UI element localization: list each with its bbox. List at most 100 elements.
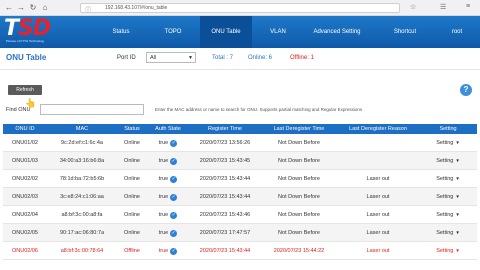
user-menu[interactable]: root (440, 16, 474, 48)
reload-icon[interactable]: ↻ (28, 3, 38, 13)
bookmark-icon[interactable]: ☆ (410, 3, 416, 11)
library-icon[interactable]: ☰ (440, 3, 446, 11)
port-id-label: Port ID (117, 55, 136, 61)
register-time-cell: 2020/07/23 15:43:44 (199, 176, 251, 182)
chevron-down-icon: ▼ (455, 158, 460, 163)
check-icon: ✓ (170, 247, 178, 255)
auth-cell: true ✓ (158, 139, 178, 147)
column-header[interactable]: Auth State (147, 124, 189, 134)
register-time-cell: 2020/07/23 17:47:57 (199, 230, 251, 236)
column-header[interactable]: MAC (47, 124, 117, 134)
tab-vlan[interactable]: VLAN (254, 16, 302, 48)
column-header[interactable]: Register Time (189, 124, 261, 134)
table-row: ONU01/03 34:00:a3:16:b6:8a Online true ✓ … (3, 152, 477, 170)
onu-id-cell: ONU02/04 (12, 212, 38, 218)
help-icon[interactable]: ? (460, 84, 472, 96)
table-row: ONU02/05 90:17:ac:06:80:7a Online true ✓ … (3, 224, 477, 242)
deregister-time-cell: Not Down Before (278, 230, 320, 236)
onu-id-cell: ONU01/03 (12, 158, 38, 164)
logo: TSD Pioneer of FTTH Technology (4, 16, 62, 45)
tab-status[interactable]: Status (96, 16, 146, 48)
onu-id-cell: ONU02/05 (12, 230, 38, 236)
check-icon: ✓ (170, 229, 178, 237)
mouse-cursor-icon: 👆 (25, 98, 37, 108)
url-text: 192.168.43.107/#/onu_table (105, 5, 168, 11)
onu-id-cell: ONU02/03 (12, 194, 38, 200)
table-row: ONU02/03 3c:e8:24:c1:06:aa Online true ✓ … (3, 188, 477, 206)
address-bar[interactable]: ⓘ 192.168.43.107/#/onu_table (80, 3, 400, 14)
mac-cell: 90:17:ac:06:80:7a (59, 230, 105, 236)
deregister-reason-cell: Laser out (366, 248, 390, 254)
mac-cell: a8:bf:3c:00:78:64 (60, 248, 104, 254)
chevron-down-icon: ▼ (455, 176, 460, 181)
setting-button[interactable]: Setting ▼ (419, 170, 477, 188)
table-row: ONU02/02 78:1d:ba:72:b5:6b Online true ✓ … (3, 170, 477, 188)
search-input[interactable] (40, 104, 144, 115)
deregister-time-cell: Not Down Before (278, 212, 320, 218)
deregister-time-cell: Not Down Before (278, 176, 320, 182)
refresh-button[interactable]: Refresh (8, 85, 42, 95)
auth-cell: true ✓ (158, 229, 178, 237)
setting-button[interactable]: Setting ▼ (419, 152, 477, 170)
offline-count: Offline: 1 (290, 55, 314, 61)
check-icon: ✓ (170, 193, 178, 201)
column-header[interactable]: Status (117, 124, 147, 134)
menu-icon[interactable]: ≡ (466, 3, 470, 10)
register-time-cell: 2020/07/23 15:43:44 (199, 194, 251, 200)
home-icon[interactable]: ⌂ (40, 3, 50, 13)
chevron-down-icon: ▼ (455, 140, 460, 145)
deregister-reason-cell: Laser out (366, 212, 390, 218)
setting-button[interactable]: Setting ▼ (419, 224, 477, 242)
auth-cell: true ✓ (158, 175, 178, 183)
status-cell: Online (124, 230, 140, 236)
browser-toolbar: ← → ↻ ⌂ ⓘ 192.168.43.107/#/onu_table ☆ ☰… (0, 0, 480, 16)
mac-cell: 3c:e8:24:c1:06:aa (60, 194, 104, 200)
auth-cell: true ✓ (158, 211, 178, 219)
onu-id-cell: ONU02/02 (12, 176, 38, 182)
onu-id-cell: ONU02/06 (12, 248, 38, 254)
status-cell: Online (124, 194, 140, 200)
mac-cell: 9c:2d:ef:c1:6c:4a (61, 140, 103, 146)
chevron-down-icon: ▼ (455, 230, 460, 235)
column-header[interactable]: Last Deregister Reason (337, 124, 419, 134)
deregister-time-cell: Not Down Before (278, 194, 320, 200)
tab-onu-table[interactable]: ONU Table (200, 16, 252, 48)
app-header: TSD Pioneer of FTTH Technology Status TO… (0, 16, 480, 48)
column-header[interactable]: Setting (419, 124, 477, 134)
page-title: ONU Table (6, 53, 47, 62)
column-header[interactable]: Last Deregister Time (261, 124, 337, 134)
register-time-cell: 2020/07/23 15:43:45 (199, 158, 251, 164)
mac-cell: 78:1d:ba:72:b5:6b (59, 176, 105, 182)
setting-button[interactable]: Setting ▼ (419, 242, 477, 260)
port-id-select[interactable]: All ▼ (146, 52, 196, 63)
register-time-cell: 2020/07/23 13:56:26 (199, 140, 251, 146)
back-icon[interactable]: ← (4, 3, 14, 13)
tab-shortcut[interactable]: Shortcut (380, 16, 430, 48)
table-header: ONU ID MAC Status Auth State Register Ti… (3, 124, 477, 134)
status-cell: Online (124, 158, 140, 164)
logo-tagline: Pioneer of FTTH Technology (6, 39, 45, 43)
deregister-time-cell: Not Down Before (278, 158, 320, 164)
setting-button[interactable]: Setting ▼ (419, 134, 477, 152)
status-cell: Online (124, 212, 140, 218)
tab-topo[interactable]: TOPO (148, 16, 198, 48)
check-icon: ✓ (170, 175, 178, 183)
mac-cell: a8:bf:3c:00:a8:fa (61, 212, 103, 218)
forward-icon[interactable]: → (16, 3, 26, 13)
chevron-down-icon: ▼ (188, 55, 193, 61)
setting-button[interactable]: Setting ▼ (419, 206, 477, 224)
info-icon: ⓘ (85, 8, 92, 14)
deregister-reason-cell (337, 152, 419, 170)
column-header[interactable]: ONU ID (3, 124, 47, 134)
total-count: Total : 7 (212, 55, 234, 61)
table-row: ONU02/04 a8:bf:3c:00:a8:fa Online true ✓ … (3, 206, 477, 224)
setting-button[interactable]: Setting ▼ (419, 188, 477, 206)
search-hint: Enter the MAC address or name to search … (155, 107, 363, 112)
status-cell: Online (124, 176, 140, 182)
deregister-reason-cell: Laser out (366, 176, 390, 182)
port-id-value: All (150, 55, 157, 61)
table-row: ONU02/06 a8:bf:3c:00:78:64 Offline true ✓… (3, 242, 477, 260)
chevron-down-icon: ▼ (455, 194, 460, 199)
tab-advanced-setting[interactable]: Advanced Setting (306, 16, 368, 48)
register-time-cell: 2020/07/23 15:43:44 (199, 248, 251, 254)
